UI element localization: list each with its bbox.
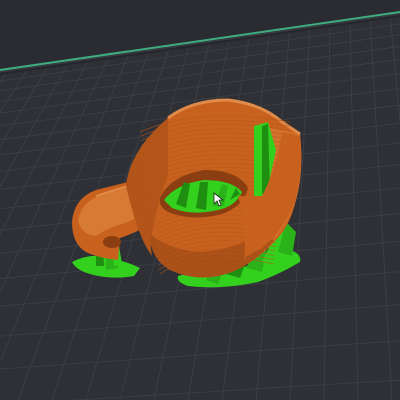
3d-print-preview-viewport[interactable] <box>0 0 400 400</box>
print-bed-scene[interactable] <box>0 0 400 400</box>
